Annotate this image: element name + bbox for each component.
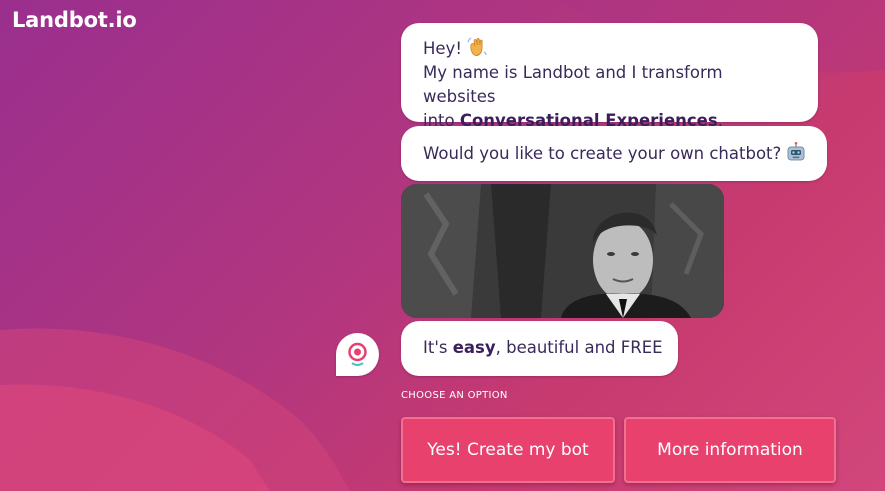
bot-message-free: It's easy, beautiful and FREE [401,321,678,376]
greeting-line-1: Hey! [423,36,796,61]
bot-message-greeting: Hey! My name is Landbot and I transform … [401,23,818,130]
waving-hand-icon [466,36,488,58]
more-information-button[interactable]: More information [624,417,836,483]
bot-message-question: Would you like to create your own chatbo… [401,126,827,181]
landbot-logo[interactable]: Landbot.io [12,8,137,32]
bot-avatar-icon [336,333,379,376]
robot-icon [785,141,807,163]
animated-gif [401,184,724,318]
create-bot-button[interactable]: Yes! Create my bot [401,417,615,483]
choose-option-label: CHOOSE AN OPTION [401,390,508,401]
question-text: Would you like to create your own chatbo… [423,144,782,163]
greeting-line-2: My name is Landbot and I transform websi… [423,63,723,106]
